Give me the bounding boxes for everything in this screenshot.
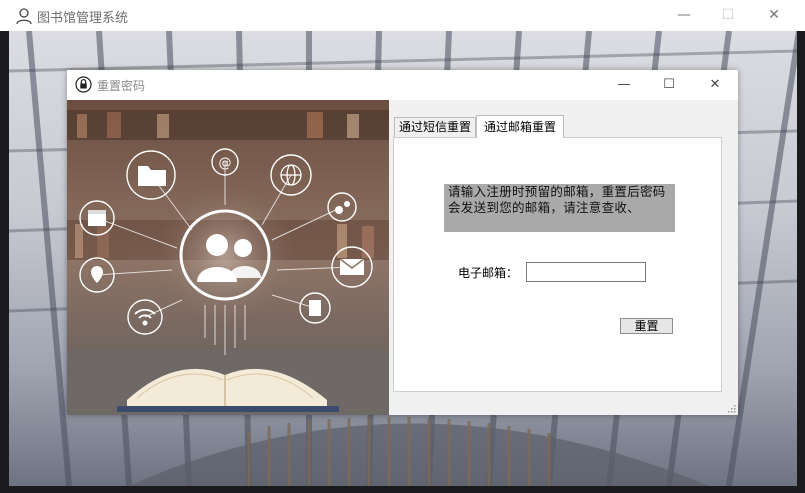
reset-button[interactable]: 重置 <box>620 318 673 334</box>
main-window-title: 图书馆管理系统 <box>37 11 129 26</box>
email-reset-panel: 请输入注册时预留的邮箱，重置后密码会发送到您的邮箱，请注意查收、 电子邮箱： 重… <box>393 137 722 392</box>
email-label: 电子邮箱： <box>458 266 519 280</box>
dialog-minimize-button[interactable]: — <box>601 70 647 100</box>
main-title-bar[interactable]: 图书馆管理系统 — ☐ ✕ <box>0 0 805 31</box>
resize-grip-icon[interactable] <box>728 405 736 413</box>
tab-sms-reset[interactable]: 通过短信重置 <box>394 117 476 137</box>
email-input[interactable] <box>526 262 646 282</box>
main-minimize-button[interactable]: — <box>661 0 707 31</box>
dialog-title: 重置密码 <box>97 79 146 93</box>
svg-text:@: @ <box>219 156 232 171</box>
tab-email-reset[interactable]: 通过邮箱重置 <box>476 115 564 138</box>
notice-text: 请输入注册时预留的邮箱，重置后密码会发送到您的邮箱，请注意查收、 <box>444 184 675 232</box>
calendar-icon <box>88 210 106 226</box>
mail-icon <box>339 258 365 275</box>
document-icon <box>309 300 321 316</box>
main-window: 图书馆管理系统 — ☐ ✕ 重置密码 — ☐ ✕ @ 通过短信重置 通过邮箱重置… <box>0 0 805 493</box>
dialog-maximize-button[interactable]: ☐ <box>646 70 692 100</box>
reset-password-dialog: 重置密码 — ☐ ✕ @ 通过短信重置 通过邮箱重置 请输入注册时预留的邮箱，重… <box>67 70 738 415</box>
at-icon: @ <box>219 156 232 171</box>
dialog-close-button[interactable]: ✕ <box>692 70 738 100</box>
dialog-title-bar[interactable]: 重置密码 — ☐ ✕ <box>67 70 738 100</box>
lock-icon <box>75 76 92 93</box>
library-illustration: @ <box>67 100 389 415</box>
main-close-button[interactable]: ✕ <box>751 0 797 31</box>
user-icon <box>16 8 32 25</box>
main-maximize-button[interactable]: ☐ <box>705 0 751 31</box>
